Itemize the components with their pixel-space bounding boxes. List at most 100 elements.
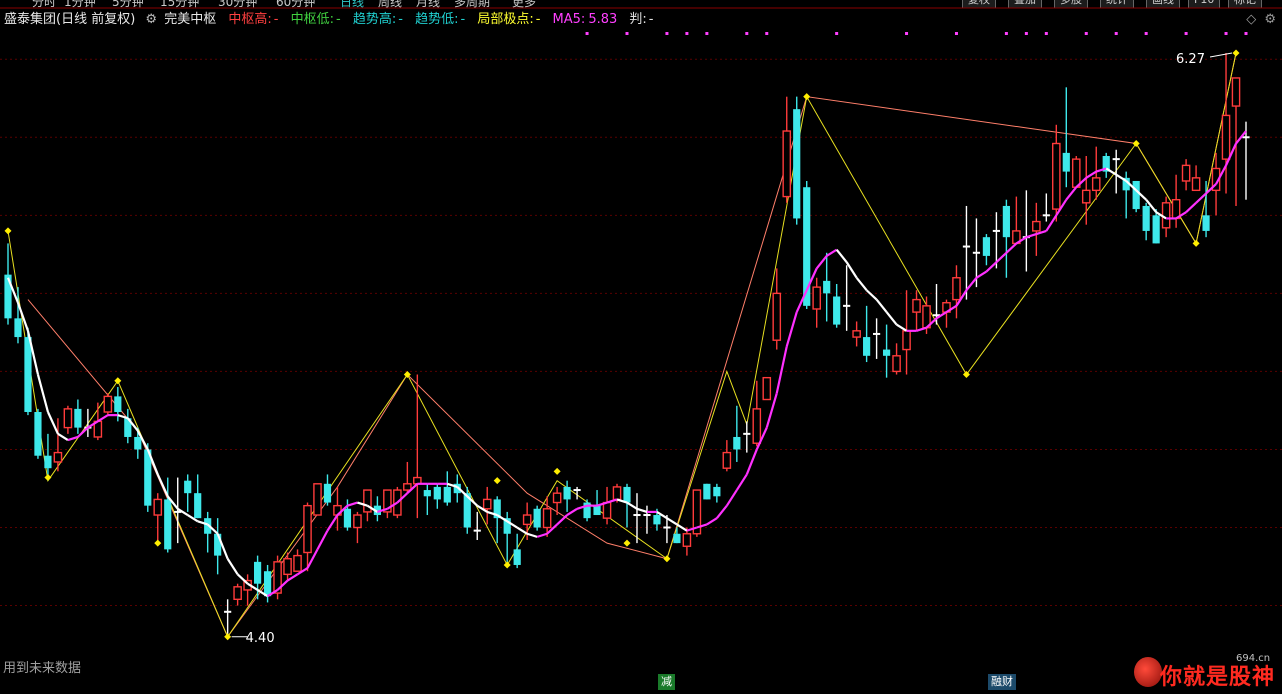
candle — [403, 461, 412, 494]
candle-body — [303, 504, 312, 554]
candle — [443, 471, 451, 506]
candle — [643, 505, 651, 534]
settings-gear-icon[interactable]: ⚙ — [145, 12, 157, 27]
candle-body — [593, 505, 601, 516]
legend-trend-high-label: 趋势高: — [352, 12, 397, 27]
ma5-line-segment — [735, 473, 748, 491]
candle — [482, 486, 492, 525]
top-signal-marker — [765, 32, 769, 35]
candle-body — [673, 533, 681, 544]
candle-body — [1221, 114, 1231, 160]
extreme-point-marker — [553, 467, 561, 475]
candle-body — [1091, 177, 1101, 192]
ma5-line-segment — [566, 507, 578, 516]
candle-body — [482, 498, 492, 510]
ma5-line-segment — [845, 261, 858, 279]
ma5-line-segment — [1185, 202, 1197, 213]
candle-body — [1062, 152, 1070, 172]
top-signal-marker — [665, 32, 669, 35]
candle-body — [863, 337, 871, 356]
candle — [852, 321, 861, 347]
candle — [682, 527, 692, 556]
ma5-line-segment — [916, 326, 927, 332]
candle — [743, 421, 751, 453]
extreme-point-marker — [493, 477, 501, 485]
candle-body — [1142, 205, 1150, 231]
candle-body — [14, 318, 22, 338]
ma5-line-segment — [895, 323, 908, 332]
candle — [1062, 87, 1070, 188]
candle-body — [323, 483, 332, 503]
candle — [1181, 159, 1191, 191]
top-signal-marker — [1114, 32, 1118, 35]
candle-body — [313, 483, 322, 516]
extreme-point-marker — [114, 377, 122, 385]
candle — [722, 440, 732, 472]
stock-title[interactable]: 盛泰集团(日线 前复权) — [4, 12, 135, 27]
ma5-line-segment — [865, 289, 878, 301]
candle-body — [134, 436, 142, 450]
candle — [493, 496, 501, 544]
candle-body — [1052, 142, 1061, 210]
candle-body — [1191, 177, 1201, 192]
signal-reduce-badge[interactable]: 减 — [658, 674, 675, 690]
candle — [124, 408, 132, 444]
candle-body — [703, 483, 711, 500]
candle-body — [612, 486, 622, 501]
kline-chart[interactable]: 6.27 4.40 — [0, 0, 1282, 694]
candle — [323, 474, 332, 506]
ma5-line-segment — [36, 374, 49, 413]
candle — [1112, 149, 1120, 194]
candle — [74, 399, 82, 434]
candle-body — [44, 455, 52, 469]
ma5-line-segment — [855, 277, 868, 291]
candle-body — [722, 451, 732, 469]
candle-body — [1231, 77, 1241, 107]
candle-body — [74, 408, 82, 428]
candle — [283, 552, 292, 581]
ma5-line-segment — [606, 498, 618, 504]
candle — [513, 533, 521, 569]
ma5-line-segment — [666, 517, 678, 526]
legend-zhongshu-high-label: 中枢高: — [228, 12, 272, 27]
top-signal-marker — [625, 32, 629, 35]
ma5-line-segment — [516, 526, 528, 535]
ma5-line-segment — [326, 514, 339, 532]
candle — [833, 284, 841, 328]
ma5-line-segment — [226, 558, 239, 575]
high-price-label: 6.27 — [1176, 52, 1205, 67]
candle — [243, 574, 252, 606]
candle-body — [164, 499, 172, 550]
candle — [433, 483, 441, 509]
ma5-line-segment — [745, 449, 758, 475]
candle — [812, 277, 821, 328]
candle — [1012, 196, 1021, 245]
top-signal-marker — [1044, 32, 1048, 35]
diamond-icon[interactable]: ◇ — [1246, 12, 1256, 27]
candle — [563, 480, 571, 512]
ma5-line-segment — [236, 573, 249, 585]
extreme-point-marker — [44, 474, 52, 482]
indicator-name[interactable]: 完美中枢 — [164, 12, 216, 27]
candle — [982, 234, 991, 266]
extreme-point-marker — [962, 371, 970, 379]
gear-icon[interactable]: ⚙ — [1264, 12, 1276, 27]
signal-finance-badge[interactable]: 融财 — [988, 674, 1016, 690]
legend-extreme-label: 局部极点: — [477, 12, 534, 27]
candle-body — [103, 395, 113, 413]
ma5-line-segment — [1026, 232, 1037, 239]
candle — [782, 96, 792, 203]
candle-body — [812, 286, 821, 310]
watermark-logo-icon — [1134, 657, 1162, 687]
candle — [703, 483, 711, 500]
candle — [902, 290, 911, 375]
candle — [1022, 190, 1030, 272]
candle-body — [912, 298, 921, 313]
candle — [772, 268, 782, 350]
top-signal-marker — [1024, 32, 1028, 35]
candle — [293, 549, 302, 572]
ma5-line-segment — [97, 414, 109, 423]
candle — [533, 505, 541, 531]
candle — [793, 96, 801, 225]
candle-body — [263, 571, 272, 597]
